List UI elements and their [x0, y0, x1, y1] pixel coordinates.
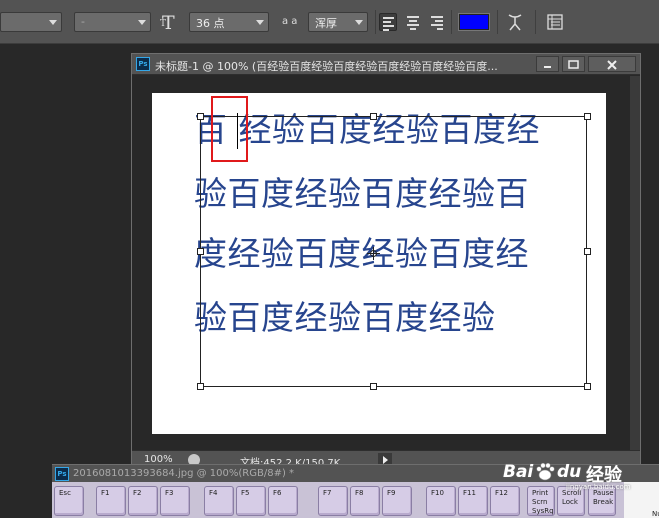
minimize-button[interactable]: [536, 56, 559, 72]
second-document-title: 2016081013393684.jpg @ 100%(RGB/8#) *: [73, 468, 295, 479]
keyboard-key: Nu: [652, 510, 659, 518]
keyboard-key: F7: [318, 486, 348, 516]
font-size-dropdown[interactable]: 36 点: [189, 12, 269, 32]
text-color-swatch[interactable]: [458, 13, 490, 31]
options-bar: - T T 36 点 a a 浑厚: [0, 0, 659, 44]
keyboard-key: F4: [204, 486, 234, 516]
antialias-dropdown[interactable]: 浑厚: [308, 12, 368, 32]
annotation-highlight-box: [211, 96, 248, 162]
document-window: Ps 未标题-1 @ 100% (百经验百度经验百度经验百度经验百度经验百度..…: [131, 53, 641, 470]
keyboard-key: F10: [426, 486, 456, 516]
font-family-dropdown[interactable]: [0, 12, 62, 32]
keyboard-key: F11: [458, 486, 488, 516]
transform-handle[interactable]: [197, 113, 204, 120]
document-titlebar[interactable]: Ps 未标题-1 @ 100% (百经验百度经验百度经验百度经验百度经验百度..…: [132, 54, 640, 75]
document-title: 未标题-1 @ 100% (百经验百度经验百度经验百度经验百度经验百度...: [155, 60, 498, 73]
paw-icon: [534, 461, 556, 483]
transform-handle[interactable]: [584, 383, 591, 390]
antialias-icon: a a: [282, 16, 298, 27]
keyboard-key: F12: [490, 486, 520, 516]
keyboard-key: F5: [236, 486, 266, 516]
font-size-value: 36 点: [196, 17, 225, 30]
baidu-jingyan-watermark: Bai du 经验 jingyan.baidu.com: [503, 460, 659, 491]
transform-handle[interactable]: [584, 113, 591, 120]
font-style-value: -: [81, 15, 85, 28]
character-panel-icon[interactable]: [546, 13, 564, 31]
keyboard-key: Print Scrn SysRq: [527, 486, 555, 516]
keyboard-key: F2: [128, 486, 158, 516]
watermark-brand: Bai: [503, 462, 534, 482]
antialias-value: 浑厚: [315, 17, 337, 30]
photoshop-icon: Ps: [136, 57, 150, 71]
align-center-button[interactable]: [404, 13, 422, 31]
maximize-button[interactable]: [562, 56, 585, 72]
separator: [497, 10, 498, 34]
font-style-dropdown[interactable]: -: [74, 12, 151, 32]
transform-handle[interactable]: [197, 248, 204, 255]
font-size-icon-small: T: [160, 19, 167, 29]
keyboard-key: F8: [350, 486, 380, 516]
chevron-down-icon: [138, 20, 146, 25]
text-bounding-box[interactable]: [200, 116, 587, 387]
transform-handle[interactable]: [370, 113, 377, 120]
chevron-down-icon: [256, 20, 264, 25]
transform-handle[interactable]: [584, 248, 591, 255]
separator: [451, 10, 452, 34]
keyboard-key: F6: [268, 486, 298, 516]
watermark-brand-2: du: [557, 462, 582, 482]
canvas-area: 百 经验百度经验百度经 验百度经验百度经验百 度经验百度经验百度经 验百度经验百…: [132, 76, 630, 450]
document-canvas[interactable]: 百 经验百度经验百度经 验百度经验百度经验百 度经验百度经验百度经 验百度经验百…: [152, 93, 606, 434]
vertical-scrollbar[interactable]: [630, 76, 640, 450]
transform-handle[interactable]: [370, 383, 377, 390]
keyboard-key: Esc: [54, 486, 84, 516]
transform-handle[interactable]: [197, 383, 204, 390]
keyboard-key: F9: [382, 486, 412, 516]
separator: [375, 10, 376, 34]
chevron-down-icon: [355, 20, 363, 25]
reference-point-icon: [367, 245, 380, 260]
keyboard-key: F3: [160, 486, 190, 516]
watermark-url: jingyan.baidu.com: [566, 483, 631, 491]
photoshop-icon: Ps: [55, 467, 69, 481]
keyboard-key: F1: [96, 486, 126, 516]
warp-text-icon[interactable]: [506, 12, 524, 32]
chevron-down-icon: [49, 20, 57, 25]
align-right-button[interactable]: [428, 13, 446, 31]
close-button[interactable]: [588, 56, 636, 72]
separator: [535, 10, 536, 34]
align-left-button[interactable]: [379, 13, 397, 31]
